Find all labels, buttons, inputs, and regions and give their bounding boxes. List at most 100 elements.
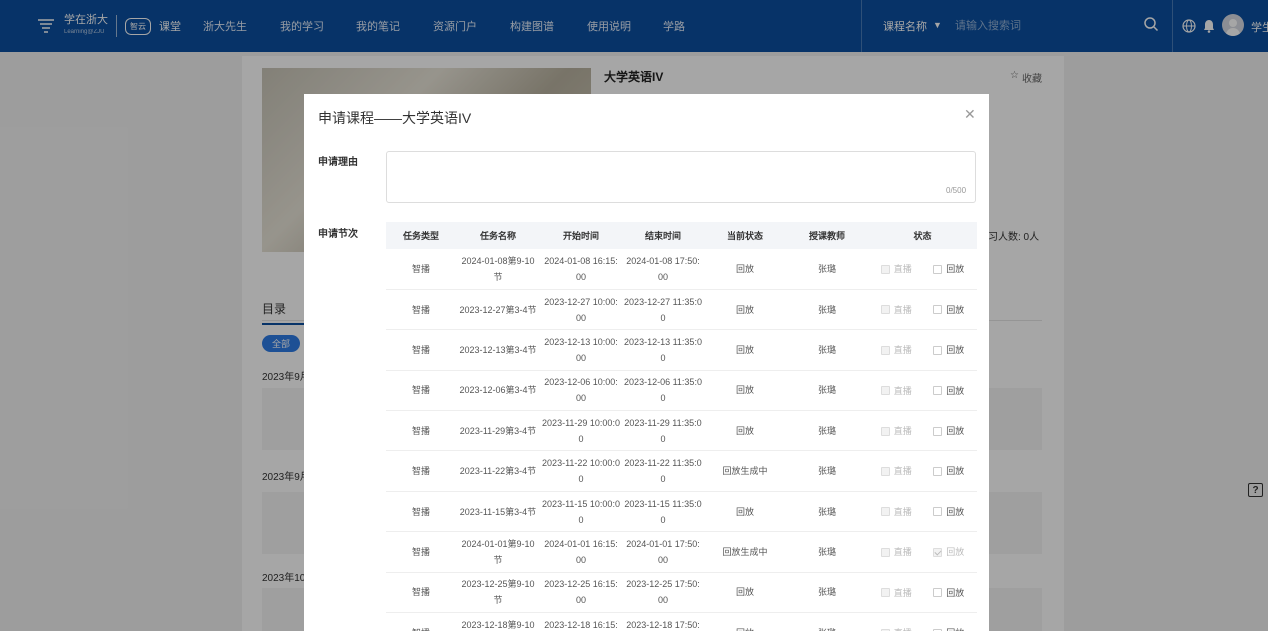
- replay-checkbox[interactable]: 回放: [933, 503, 964, 520]
- replay-checkbox[interactable]: 回放: [933, 584, 964, 601]
- replay-option-label: 回放: [946, 264, 965, 275]
- start-time-cell: 2024-01-01 16:15:00: [540, 531, 622, 573]
- end-time-cell: 2023-12-06 11:35:00: [622, 370, 704, 412]
- checkbox-replay-icon[interactable]: [933, 426, 943, 436]
- checkbox-replay-icon[interactable]: [933, 386, 943, 396]
- task-type-cell: 智播: [386, 410, 456, 452]
- session-table: 任务类型 任务名称 开始时间 结束时间 当前状态 授课教师 状态 智播 2024-…: [386, 222, 977, 631]
- start-time-cell: 2023-12-25 16:15:00: [540, 572, 622, 614]
- teacher-cell: 张璐: [786, 410, 868, 452]
- status-options-cell: 直播 回放: [868, 450, 977, 492]
- checkbox-replay-icon[interactable]: [933, 345, 943, 355]
- start-time-cell: 2023-12-27 10:00:00: [540, 289, 622, 331]
- checkbox-live-icon: [880, 507, 890, 517]
- live-option-label: 直播: [893, 466, 912, 477]
- current-status-cell: 回放: [704, 410, 786, 452]
- replay-checkbox[interactable]: 回放: [933, 261, 964, 278]
- start-time-cell: 2023-12-06 10:00:00: [540, 370, 622, 412]
- replay-option-label: 回放: [946, 506, 965, 517]
- replay-option-label: 回放: [946, 304, 965, 315]
- table-row: 智播 2023-12-06第3-4节 2023-12-06 10:00:00 2023…: [386, 370, 977, 412]
- start-time-cell: 2023-11-15 10:00:00: [540, 491, 622, 533]
- replay-option-label: 回放: [946, 426, 965, 437]
- replay-checkbox[interactable]: 回放: [933, 624, 964, 631]
- task-name-cell: 2023-11-15第3-4节: [456, 491, 540, 533]
- status-options-cell: 直播 回放: [868, 410, 977, 452]
- status-options: 直播 回放: [870, 544, 975, 561]
- status-options-cell: 直播 回放: [868, 572, 977, 614]
- status-options: 直播 回放: [870, 463, 975, 480]
- status-options: 直播 回放: [870, 261, 975, 278]
- replay-option-label: 回放: [946, 547, 965, 558]
- teacher-cell: 张璐: [786, 370, 868, 412]
- live-checkbox: 直播: [880, 544, 912, 561]
- end-time-cell: 2023-11-15 11:35:00: [622, 491, 704, 533]
- status-options: 直播 回放: [870, 624, 975, 631]
- teacher-cell: 张璐: [786, 289, 868, 331]
- replay-option-label: 回放: [946, 385, 965, 396]
- checkbox-live-icon: [880, 345, 890, 355]
- checkbox-replay-icon[interactable]: [933, 264, 943, 274]
- table-row: 智播 2023-12-25第9-10节 2023-12-25 16:15:00 202…: [386, 572, 977, 614]
- end-time-cell: 2023-12-25 17:50:00: [622, 572, 704, 614]
- task-name-cell: 2023-12-18第9-10节: [456, 612, 540, 631]
- end-time-cell: 2023-12-18 17:50:00: [622, 612, 704, 631]
- table-row: 智播 2023-11-29第3-4节 2023-11-29 10:00:00 2023…: [386, 410, 977, 452]
- checkbox-replay-icon[interactable]: [933, 305, 943, 315]
- checkbox-replay-icon[interactable]: [933, 588, 943, 598]
- current-status-cell: 回放生成中: [704, 450, 786, 492]
- replay-checkbox[interactable]: 回放: [933, 463, 964, 480]
- table-row: 智播 2024-01-01第9-10节 2024-01-01 16:15:00 202…: [386, 531, 977, 573]
- live-option-label: 直播: [893, 587, 912, 598]
- live-option-label: 直播: [893, 264, 912, 275]
- replay-checkbox[interactable]: 回放: [933, 301, 964, 318]
- teacher-cell: 张璐: [786, 491, 868, 533]
- replay-checkbox[interactable]: 回放: [933, 382, 964, 399]
- end-time-cell: 2023-11-22 11:35:00: [622, 450, 704, 492]
- task-type-cell: 智播: [386, 249, 456, 290]
- task-type-cell: 智播: [386, 450, 456, 492]
- status-options-cell: 直播 回放: [868, 329, 977, 371]
- checkbox-replay-icon[interactable]: [933, 507, 943, 517]
- live-checkbox: 直播: [880, 261, 912, 278]
- table-header-row: 任务类型 任务名称 开始时间 结束时间 当前状态 授课教师 状态: [386, 222, 977, 249]
- start-time-cell: 2023-11-29 10:00:00: [540, 410, 622, 452]
- current-status-cell: 回放生成中: [704, 531, 786, 573]
- status-options: 直播 回放: [870, 382, 975, 399]
- start-time-cell: 2023-12-18 16:15:00: [540, 612, 622, 631]
- live-option-label: 直播: [893, 385, 912, 396]
- status-options-cell: 直播 回放: [868, 531, 977, 573]
- task-name-cell: 2023-12-13第3-4节: [456, 329, 540, 371]
- table-body: 智播 2024-01-08第9-10节 2024-01-08 16:15:00 202…: [386, 249, 977, 631]
- status-options-cell: 直播 回放: [868, 289, 977, 331]
- reason-textarea[interactable]: [386, 151, 976, 203]
- replay-checkbox[interactable]: 回放: [933, 342, 964, 359]
- status-options-cell: 直播 回放: [868, 612, 977, 631]
- replay-checkbox: 回放: [933, 544, 964, 561]
- teacher-cell: 张璐: [786, 612, 868, 631]
- column-header: 结束时间: [622, 222, 704, 249]
- end-time-cell: 2024-01-01 17:50:00: [622, 531, 704, 573]
- checkbox-replay-icon: [933, 547, 943, 557]
- task-name-cell: 2023-11-22第3-4节: [456, 450, 540, 492]
- table-row: 智播 2023-11-15第3-4节 2023-11-15 10:00:00 2023…: [386, 491, 977, 533]
- live-checkbox: 直播: [880, 342, 912, 359]
- task-type-cell: 智播: [386, 289, 456, 331]
- apply-course-modal: 申请课程——大学英语IV ✕ 申请理由 0/500 申请节次 任务类型 任务名称…: [304, 94, 989, 631]
- checkbox-live-icon: [880, 386, 890, 396]
- live-option-label: 直播: [893, 304, 912, 315]
- replay-checkbox[interactable]: 回放: [933, 422, 964, 439]
- status-options: 直播 回放: [870, 301, 975, 318]
- current-status-cell: 回放: [704, 249, 786, 290]
- task-name-cell: 2024-01-01第9-10节: [456, 531, 540, 573]
- end-time-cell: 2023-11-29 11:35:00: [622, 410, 704, 452]
- checkbox-replay-icon[interactable]: [933, 466, 943, 476]
- task-name-cell: 2023-11-29第3-4节: [456, 410, 540, 452]
- live-checkbox: 直播: [880, 382, 912, 399]
- table-row: 智播 2024-01-08第9-10节 2024-01-08 16:15:00 202…: [386, 249, 977, 290]
- checkbox-live-icon: [880, 426, 890, 436]
- column-header: 状态: [868, 222, 977, 249]
- replay-option-label: 回放: [946, 587, 965, 598]
- close-icon[interactable]: ✕: [964, 106, 976, 123]
- status-options-cell: 直播 回放: [868, 370, 977, 412]
